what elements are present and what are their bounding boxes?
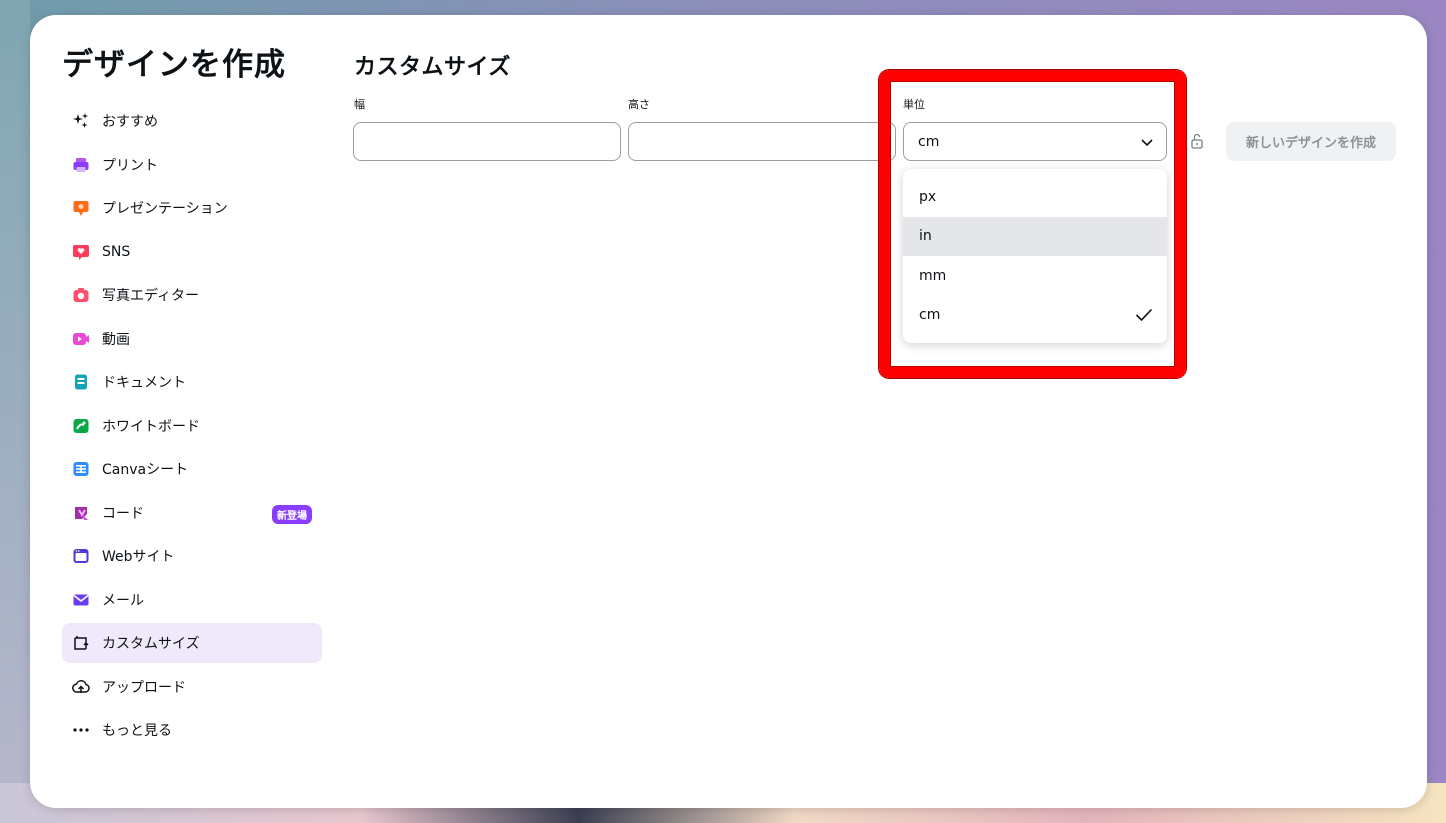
unit-label: 単位	[903, 98, 925, 111]
document-icon	[72, 373, 90, 391]
camera-icon	[72, 286, 90, 304]
sidebar-item-upload[interactable]: アップロード	[62, 667, 322, 707]
option-label: mm	[919, 267, 947, 284]
sidebar-item-print[interactable]: プリント	[62, 145, 322, 185]
custom-size-icon	[72, 634, 90, 652]
width-input[interactable]	[353, 122, 621, 161]
unit-option-cm[interactable]: cm	[903, 296, 1167, 336]
mail-icon	[72, 591, 90, 609]
chevron-down-icon	[1140, 135, 1154, 153]
sheet-icon	[72, 460, 90, 478]
sidebar-item-label: ホワイトボード	[102, 418, 200, 435]
sidebar-item-sns[interactable]: SNS	[62, 232, 322, 272]
sidebar-item-label: SNS	[102, 243, 131, 260]
unit-option-mm[interactable]: mm	[903, 256, 1167, 296]
create-design-panel: デザインを作成 おすすめ プリント プレゼンテーション SNS 写真エディター …	[30, 15, 1427, 808]
background-left	[0, 0, 30, 823]
check-icon	[1135, 308, 1153, 326]
sidebar-item-code[interactable]: コード 新登場	[62, 493, 322, 533]
option-label: px	[919, 188, 937, 205]
sidebar-item-label: Webサイト	[102, 549, 175, 565]
sidebar-item-label: 動画	[102, 331, 130, 348]
unit-select[interactable]: cm	[903, 122, 1167, 161]
website-icon	[72, 547, 90, 565]
sidebar-item-presentation[interactable]: プレゼンテーション	[62, 188, 322, 228]
sidebar-item-recommended[interactable]: おすすめ	[62, 101, 322, 141]
new-badge: 新登場	[272, 504, 312, 524]
sparkle-icon	[72, 112, 90, 130]
sidebar-item-document[interactable]: ドキュメント	[62, 362, 322, 402]
sidebar-item-label: コード	[102, 505, 144, 522]
presentation-icon	[72, 199, 90, 217]
option-label: in	[919, 228, 932, 245]
height-label: 高さ	[628, 98, 650, 111]
sidebar-item-label: カスタムサイズ	[102, 636, 200, 652]
sidebar-item-mail[interactable]: メール	[62, 580, 322, 620]
heart-chat-icon	[72, 243, 90, 261]
upload-icon	[72, 678, 90, 696]
sidebar-item-label: Canvaシート	[102, 462, 189, 478]
sidebar-item-label: ドキュメント	[102, 375, 186, 391]
width-label: 幅	[354, 98, 365, 111]
sidebar-item-custom-size[interactable]: カスタムサイズ	[62, 623, 322, 663]
sidebar-item-video[interactable]: 動画	[62, 319, 322, 359]
printer-icon	[72, 156, 90, 174]
option-label: cm	[919, 307, 941, 324]
sidebar-item-label: もっと見る	[102, 723, 172, 739]
height-input[interactable]	[628, 122, 896, 161]
sidebar-item-whiteboard[interactable]: ホワイトボード	[62, 406, 322, 446]
code-icon	[72, 504, 90, 522]
lock-icon[interactable]	[1190, 132, 1204, 154]
sidebar-item-canva-sheet[interactable]: Canvaシート	[62, 449, 322, 489]
sidebar-item-label: おすすめ	[102, 114, 158, 130]
sidebar-item-label: アップロード	[102, 679, 186, 696]
sidebar-nav: おすすめ プリント プレゼンテーション SNS 写真エディター 動画 ドキュメン…	[62, 101, 322, 754]
sidebar-item-label: 写真エディター	[102, 288, 200, 304]
more-icon	[72, 721, 90, 739]
sidebar-item-label: メール	[102, 592, 144, 609]
unit-option-in[interactable]: in	[903, 216, 1167, 256]
video-icon	[72, 330, 90, 348]
create-design-button[interactable]: 新しいデザインを作成	[1226, 122, 1396, 161]
whiteboard-icon	[72, 417, 90, 435]
unit-option-px[interactable]: px	[903, 177, 1167, 217]
unit-selected-value: cm	[918, 133, 940, 150]
unit-dropdown: px in mm cm	[903, 169, 1167, 343]
sidebar-item-label: プリント	[102, 157, 158, 174]
page-title: デザインを作成	[62, 47, 286, 83]
sidebar-item-label: プレゼンテーション	[102, 201, 228, 217]
sidebar-item-website[interactable]: Webサイト	[62, 536, 322, 576]
section-title: カスタムサイズ	[354, 55, 511, 80]
sidebar-item-more[interactable]: もっと見る	[62, 710, 322, 750]
sidebar-item-photo-editor[interactable]: 写真エディター	[62, 275, 322, 315]
